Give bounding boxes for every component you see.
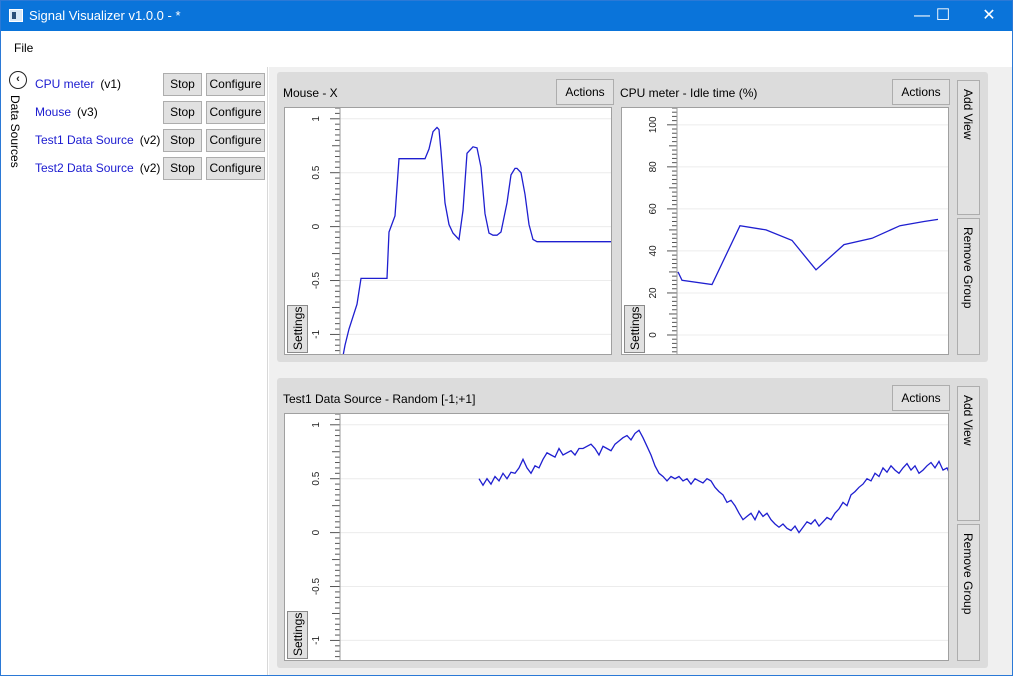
configure-button[interactable]: Configure [206, 129, 265, 152]
actions-button[interactable]: Actions [892, 79, 950, 105]
title-bar[interactable]: Signal Visualizer v1.0.0 - * — ☐ ✕ [1, 1, 1012, 31]
actions-button[interactable]: Actions [892, 385, 950, 411]
y-tick-label: 40 [648, 245, 659, 257]
data-source-version: (v2) [139, 161, 161, 175]
data-source-name[interactable]: Test1 Data Source (v2) [35, 133, 160, 147]
y-tick-label: 0 [648, 332, 659, 338]
configure-button[interactable]: Configure [206, 157, 265, 180]
view-title: Mouse - X [283, 86, 338, 100]
data-sources-label: Data Sources [8, 95, 22, 168]
add-view-button[interactable]: Add View [957, 386, 980, 521]
menu-bar: File [1, 31, 1012, 65]
y-tick-label: -1 [311, 636, 322, 645]
remove-group-button[interactable]: Remove Group [957, 218, 980, 355]
close-button[interactable]: ✕ [966, 1, 1012, 31]
series-line [478, 429, 948, 534]
settings-button[interactable]: Settings [624, 305, 645, 353]
y-tick-label: 1 [311, 422, 322, 428]
chart-plot[interactable]: 1 0.5 0 -0.5 -1 Settings [284, 413, 949, 661]
view-group: Mouse - X Actions 1 0.5 0 -0.5 -1 Settings C… [277, 72, 988, 362]
series-line [342, 126, 611, 354]
data-sources-panel: ‹ Data Sources CPU meter (v1) Stop Config… [4, 67, 268, 675]
cpu-idle-chart: 100 80 60 40 20 0 [648, 108, 948, 354]
data-source-name[interactable]: Test2 Data Source (v2) [35, 161, 160, 175]
y-tick-label: 0.5 [311, 165, 322, 179]
remove-group-button[interactable]: Remove Group [957, 524, 980, 661]
chart-plot[interactable]: 1 0.5 0 -0.5 -1 Settings [284, 107, 612, 355]
maximize-button[interactable]: ☐ [920, 1, 966, 31]
stop-button[interactable]: Stop [163, 129, 202, 152]
actions-button[interactable]: Actions [556, 79, 614, 105]
y-tick-label: 100 [648, 116, 659, 133]
menu-file[interactable]: File [14, 41, 33, 55]
data-source-name[interactable]: CPU meter (v1) [35, 77, 121, 91]
y-tick-label: 1 [311, 116, 322, 122]
stop-button[interactable]: Stop [163, 101, 202, 124]
data-source-version: (v3) [77, 105, 98, 119]
y-tick-label: 60 [648, 203, 659, 215]
mouse-x-chart: 1 0.5 0 -0.5 -1 [311, 108, 611, 354]
data-source-name[interactable]: Mouse (v3) [35, 105, 98, 119]
view-title: CPU meter - Idle time (%) [620, 86, 758, 100]
data-source-row: Test1 Data Source (v2) Stop Configure [35, 129, 267, 153]
series-line [677, 218, 939, 286]
y-tick-label: 0 [311, 223, 322, 229]
window-title: Signal Visualizer v1.0.0 - * [29, 8, 181, 23]
y-tick-label: 80 [648, 161, 659, 173]
stop-button[interactable]: Stop [163, 73, 202, 96]
y-tick-label: 20 [648, 287, 659, 299]
view-title: Test1 Data Source - Random [-1;+1] [283, 392, 476, 406]
stop-button[interactable]: Stop [163, 157, 202, 180]
data-source-version: (v1) [100, 77, 122, 91]
chart-plot[interactable]: 100 80 60 40 20 0 Settings [621, 107, 949, 355]
configure-button[interactable]: Configure [206, 73, 265, 96]
y-tick-label: -0.5 [311, 577, 322, 595]
y-tick-label: -1 [311, 330, 322, 339]
collapse-panel-icon[interactable]: ‹ [9, 71, 27, 89]
test1-random-chart: 1 0.5 0 -0.5 -1 [311, 414, 948, 660]
data-source-row: Test2 Data Source (v2) Stop Configure [35, 157, 267, 181]
data-source-row: CPU meter (v1) Stop Configure [35, 73, 267, 97]
view-group: Test1 Data Source - Random [-1;+1] Actio… [277, 378, 988, 668]
settings-button[interactable]: Settings [287, 611, 308, 659]
y-tick-label: 0 [311, 529, 322, 535]
groups-area: Mouse - X Actions 1 0.5 0 -0.5 -1 Settings C… [273, 67, 1012, 675]
add-view-button[interactable]: Add View [957, 80, 980, 215]
configure-button[interactable]: Configure [206, 101, 265, 124]
settings-button[interactable]: Settings [287, 305, 308, 353]
data-source-version: (v2) [139, 133, 161, 147]
main-window: Signal Visualizer v1.0.0 - * — ☐ ✕ File … [0, 0, 1013, 676]
y-tick-label: 0.5 [311, 471, 322, 485]
app-icon [9, 9, 23, 22]
y-tick-label: -0.5 [311, 271, 322, 289]
data-source-row: Mouse (v3) Stop Configure [35, 101, 267, 125]
